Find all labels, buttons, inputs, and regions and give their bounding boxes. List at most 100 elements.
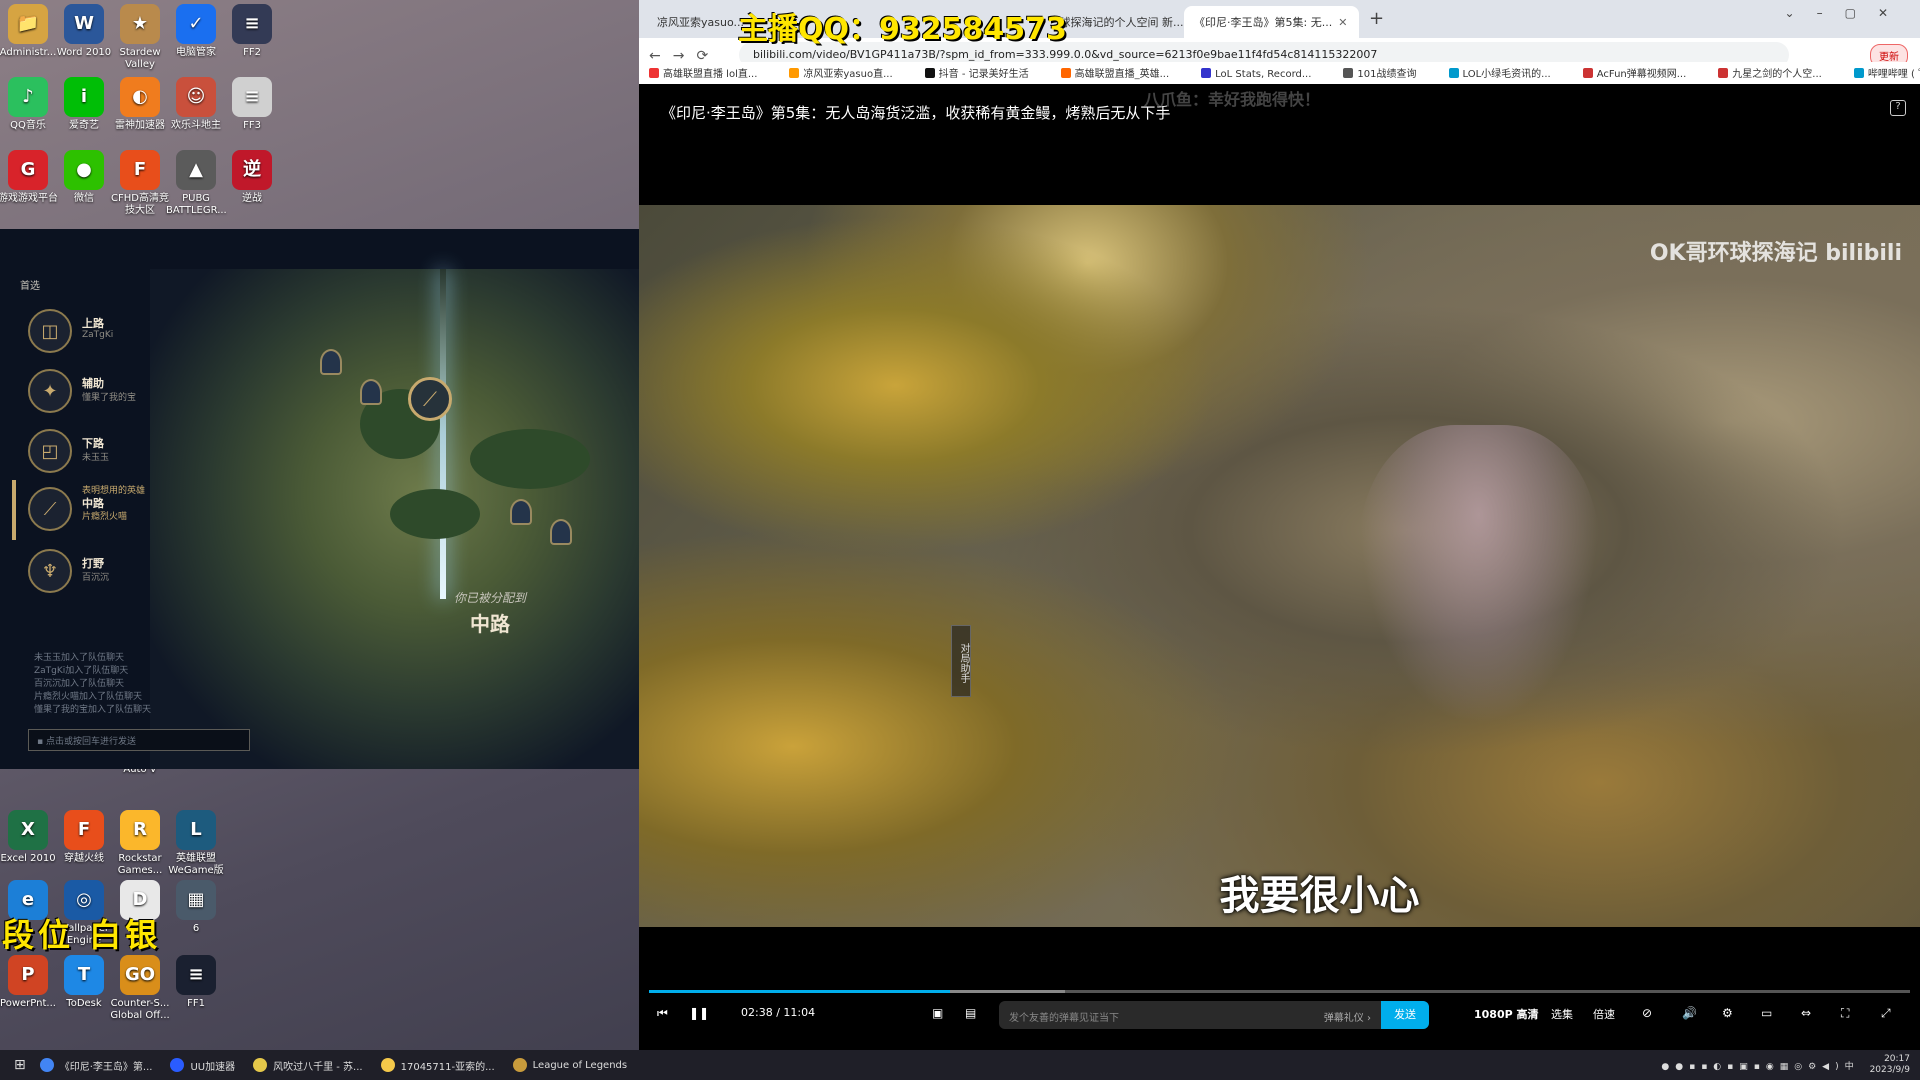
taskbar-item[interactable]: 《印尼·李王岛》第... xyxy=(39,1058,152,1073)
bookmark-label: 抖音 - 记录美好生活 xyxy=(938,69,1029,80)
desktop-icon[interactable]: ▦ 6 xyxy=(166,880,226,935)
desktop-icon[interactable]: F 穿越火线 xyxy=(54,810,114,865)
danmu-toggle-icon[interactable]: ▣ xyxy=(932,1006,943,1020)
prev-icon[interactable]: ⏮ xyxy=(657,1006,668,1021)
bookmark-item[interactable]: 哔哩哔哩 ( ゜- ゜)つ... xyxy=(1853,68,1920,80)
taskbar-item[interactable]: 风吹过八千里 - 苏... xyxy=(253,1058,363,1073)
role-slot[interactable]: ◰ 下路 未玉玉 xyxy=(28,429,208,475)
desktop-icon[interactable]: 📁 Administr... xyxy=(0,4,58,59)
tray-icons-icon[interactable]: ●●▪▪◐▪▣▪◉▦◎⚙◀)中 xyxy=(1661,1059,1859,1072)
bookmark-label: 哔哩哔哩 ( ゜- ゜)つ... xyxy=(1867,69,1920,80)
bookmark-icon xyxy=(1853,68,1864,78)
role-player: ZaTgKi xyxy=(82,330,114,340)
bookmark-item[interactable]: 高雄联盟直播 lol直... xyxy=(649,68,773,80)
desktop-icon[interactable]: P PowerPnt... xyxy=(0,955,58,1010)
assist-tab[interactable]: 对局助手 xyxy=(951,625,971,697)
subtitle: 我要很小心 xyxy=(1219,873,1420,919)
desktop-icon[interactable]: F CFHD高清竞技大区 xyxy=(110,150,170,217)
bookmark-label: 凉风亚索yasuo直... xyxy=(803,69,893,80)
window-controls[interactable]: ⌄–▢✕ xyxy=(1785,6,1910,20)
desktop-icon[interactable]: R Rockstar Games... xyxy=(110,810,170,877)
desktop-icon-label: Word 2010 xyxy=(56,47,112,58)
bookmark-item[interactable]: 九星之剑的个人空... xyxy=(1718,68,1838,80)
episodes-button[interactable]: 选集 xyxy=(1551,1006,1573,1022)
pip-icon[interactable]: ▭ xyxy=(1761,1006,1772,1020)
speed-button[interactable]: 倍速 xyxy=(1593,1006,1615,1022)
desktop-icon-label: 微信 xyxy=(74,193,94,204)
desktop-icon[interactable]: ◐ 雷神加速器 xyxy=(110,77,170,132)
bookmark-item[interactable]: 高雄联盟直播_英雄... xyxy=(1060,68,1186,80)
desktop-icon[interactable]: ☺ 欢乐斗地主 xyxy=(166,77,226,132)
taskbar-item[interactable]: UU加速器 xyxy=(170,1058,235,1073)
volume-icon[interactable]: 🔊 xyxy=(1682,1006,1697,1020)
bookmark-icon xyxy=(1060,68,1071,78)
bookmark-item[interactable]: LoL Stats, Record... xyxy=(1201,68,1327,80)
help-icon[interactable]: ? xyxy=(1890,100,1906,116)
bookmark-item[interactable]: 抖音 - 记录美好生活 xyxy=(924,68,1045,80)
role-slot[interactable]: ✦ 辅助 懂果了我的宝 xyxy=(28,369,208,415)
bookmark-label: AcFun弹幕视频网... xyxy=(1596,69,1687,80)
lol-header: 首选 xyxy=(20,281,40,292)
desktop-icon-label: 雷神加速器 xyxy=(115,120,165,131)
desktop-icon[interactable]: i 爱奇艺 xyxy=(54,77,114,132)
desktop-icon[interactable]: W Word 2010 xyxy=(54,4,114,59)
role-slot[interactable]: ◫ 上路 ZaTgKi xyxy=(28,309,208,355)
settings-icon[interactable]: ⚙ xyxy=(1722,1006,1733,1020)
desktop-icon[interactable]: L 英雄联盟WeGame版 xyxy=(166,810,226,877)
bookmark-label: 高雄联盟直播_英雄... xyxy=(1074,69,1170,80)
danmu-etiquette-link[interactable]: 弹幕礼仪 › xyxy=(1324,1009,1371,1024)
bookmark-item[interactable]: LOL小绿毛资讯的... xyxy=(1448,68,1567,80)
new-tab-icon[interactable]: + xyxy=(1369,8,1384,29)
desktop-icon[interactable]: G 游戏游戏平台 xyxy=(0,150,58,205)
pause-icon[interactable]: ❚❚ xyxy=(689,1006,709,1020)
desktop-icon[interactable]: ✓ 电脑管家 xyxy=(166,4,226,59)
app-icon: ✓ xyxy=(176,4,216,44)
taskbar-item[interactable]: 17045711-亚索的... xyxy=(380,1058,495,1073)
chat-line: 片瘾烈火喵加入了队伍聊天 xyxy=(34,692,143,702)
app-icon: ≡ xyxy=(232,4,272,44)
desktop-icon-label: ToDesk xyxy=(66,998,102,1009)
close-icon[interactable]: ✕ xyxy=(1338,16,1347,29)
bookmark-label: LoL Stats, Record... xyxy=(1215,69,1312,80)
progress-bar[interactable] xyxy=(649,990,1910,993)
tab-3[interactable]: 《印尼·李王岛》第5集: 无... ✕ xyxy=(1184,6,1359,38)
webfullscreen-icon[interactable]: ⛶ xyxy=(1841,1006,1849,1021)
clock[interactable]: 20:17 2023/9/9 xyxy=(1870,1054,1910,1076)
desktop-icon[interactable]: GO Counter-S... Global Off... xyxy=(110,955,170,1022)
desktop-icon[interactable]: ≡ FF3 xyxy=(222,77,282,132)
desktop-icon[interactable]: 逆逆战 xyxy=(222,150,282,205)
desktop-icon[interactable]: ▲ PUBG BATTLEGR... xyxy=(166,150,227,217)
desktop-icon[interactable]: ● 微信 xyxy=(54,150,114,205)
app-icon: 📁 xyxy=(8,4,48,44)
danmu-input[interactable]: 发个友善的弹幕见证当下 弹幕礼仪 › 发送 xyxy=(999,1001,1429,1029)
widescreen-icon[interactable]: ⇔ xyxy=(1801,1006,1811,1020)
send-button[interactable]: 发送 xyxy=(1381,1001,1429,1029)
role-slot[interactable]: ⟋ 表明想用的英雄 中路 片瘾烈火喵 xyxy=(28,486,208,533)
desktop-icon[interactable]: X Excel 2010 xyxy=(0,810,58,865)
video-frame[interactable]: OK哥环球探海记 bilibili 对局助手 我要很小心 xyxy=(639,205,1920,927)
bookmark-item[interactable]: 101战绩查询 xyxy=(1343,68,1432,80)
bookmark-item[interactable]: 凉风亚索yasuo直... xyxy=(789,68,908,80)
role-slot[interactable]: ♆ 打野 百沉沉 xyxy=(28,549,208,595)
desktop-icon-label: PUBG BATTLEGR... xyxy=(166,193,227,216)
bookmark-item[interactable]: AcFun弹幕视频网... xyxy=(1582,68,1703,80)
taskbar-item[interactable]: League of Legends xyxy=(512,1058,627,1073)
start-icon[interactable]: ⊞ xyxy=(14,1057,26,1073)
taskbar-app-icon xyxy=(39,1058,54,1072)
desktop-icon[interactable]: ♪ QQ音乐 xyxy=(0,77,58,132)
subtitle-off-icon[interactable]: ⊘ xyxy=(1642,1006,1652,1020)
tab-label: 《印尼·李王岛》第5集: 无... xyxy=(1194,16,1333,29)
desktop-icon[interactable]: ≡ FF1 xyxy=(166,955,226,1010)
app-icon: X xyxy=(8,810,48,850)
desktop-icon[interactable]: ≡ FF2 xyxy=(222,4,282,59)
chat-input[interactable]: ▪ 点击或按回车进行发送 xyxy=(28,729,250,751)
chat-line: ZaTgKi加入了队伍聊天 xyxy=(34,666,129,676)
fullscreen-icon[interactable]: ⤢ xyxy=(1881,1006,1891,1021)
quality-button[interactable]: 1080P 高清 xyxy=(1474,1006,1539,1022)
danmu-settings-icon[interactable]: ▤ xyxy=(965,1006,976,1020)
desktop-icon[interactable]: T ToDesk xyxy=(54,955,114,1010)
desktop-icon[interactable]: ★ Stardew Valley xyxy=(110,4,170,71)
jungle-trees xyxy=(390,489,480,539)
lol-client-window: ⟋ 首选 ◫ 上路 ZaTgKi ✦ 辅助 懂果了我的宝 ◰ 下路 未玉玉 ⟋ 表明想用的英雄 中路片… xyxy=(0,229,639,769)
clock-time: 20:17 xyxy=(1884,1054,1910,1064)
